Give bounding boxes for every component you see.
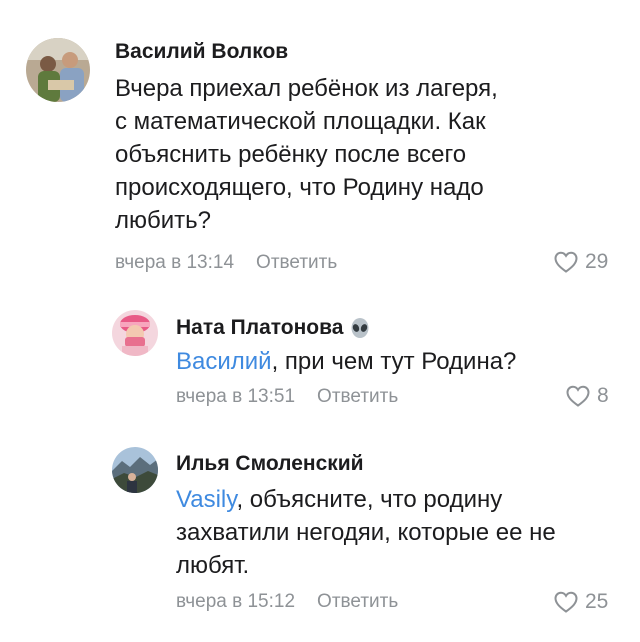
comment-author[interactable]: Илья Смоленский <box>176 452 364 476</box>
author-name: Ната Платонова <box>176 316 344 339</box>
comment-text: Василий, при чем тут Родина? <box>176 345 606 378</box>
comment-text-body: , объясните, что родину <box>236 486 503 513</box>
comment-text-line: захватили негодяи, которые ее не <box>176 519 556 546</box>
comment-text-body: , при чем тут Родина? <box>271 348 517 375</box>
comment-text: Вчера приехал ребёнок из лагеря, с матем… <box>115 72 585 237</box>
comment-time: вчера в 13:51 <box>176 386 296 407</box>
comment-text-line: с математической площадки. Как <box>115 108 486 135</box>
like-button[interactable]: 8 <box>565 384 609 408</box>
comment-author[interactable]: Ната Платонова <box>176 316 371 340</box>
avatar-photo <box>26 38 90 102</box>
like-count: 25 <box>585 590 609 613</box>
like-count: 29 <box>585 250 609 273</box>
like-count: 8 <box>597 384 609 407</box>
comment-text-line: Vasily, объясните, что родину <box>176 483 616 516</box>
comment-text-line: Вчера приехал ребёнок из лагеря, <box>115 75 498 102</box>
comment-meta: вчера в 15:12 Ответить <box>176 591 398 613</box>
heart-outline-icon <box>554 251 578 273</box>
heart-outline-icon <box>566 385 590 407</box>
reply-button[interactable]: Ответить <box>317 386 398 407</box>
comment-time: вчера в 13:14 <box>115 252 235 273</box>
comment-text-line: происходящего, что Родину надо <box>115 174 484 201</box>
comment-author[interactable]: Василий Волков <box>115 40 288 64</box>
mention-link[interactable]: Vasily <box>176 486 236 513</box>
reply-button[interactable]: Ответить <box>317 591 398 612</box>
mention-link[interactable]: Василий <box>176 348 272 375</box>
avatar[interactable] <box>112 310 158 356</box>
avatar[interactable] <box>26 38 90 102</box>
comment-time: вчера в 15:12 <box>176 591 296 612</box>
comment-meta: вчера в 13:51 Ответить <box>176 386 398 408</box>
comment-meta: вчера в 13:14 Ответить <box>115 252 337 274</box>
comment-text-line: любят. <box>176 552 250 579</box>
avatar[interactable] <box>112 447 158 493</box>
alien-emoji-icon <box>351 318 369 339</box>
avatar-photo <box>112 310 158 356</box>
reply-button[interactable]: Ответить <box>256 252 337 273</box>
like-button[interactable]: 25 <box>553 590 608 614</box>
comment-text: Vasily, объясните, что родину захватили … <box>176 483 616 582</box>
like-button[interactable]: 29 <box>553 250 608 274</box>
comment-text-line: любить? <box>115 207 211 234</box>
heart-outline-icon <box>554 591 578 613</box>
comment-text-line: объяснить ребёнку после всего <box>115 141 467 168</box>
avatar-photo <box>112 447 158 493</box>
